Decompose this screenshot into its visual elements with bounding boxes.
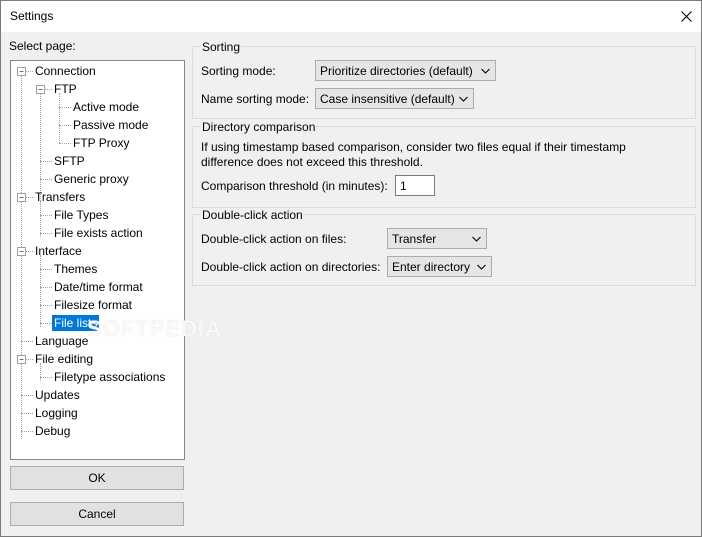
collapse-icon[interactable]: −: [36, 85, 45, 94]
tree-item-language[interactable]: Language: [33, 333, 90, 349]
double-click-dirs-label: Double-click action on directories:: [201, 260, 381, 274]
tree-item-ftp[interactable]: FTP: [52, 81, 79, 97]
chevron-down-icon: [459, 89, 468, 117]
sorting-mode-value: Prioritize directories (default): [320, 64, 473, 78]
title-bar: Settings: [1, 1, 701, 32]
collapse-icon[interactable]: −: [17, 247, 26, 256]
double-click-title: Double-click action: [201, 208, 304, 222]
double-click-files-value: Transfer: [392, 232, 437, 246]
tree-item-passive-mode[interactable]: Passive mode: [71, 117, 150, 133]
collapse-icon[interactable]: −: [17, 355, 26, 364]
tree-item-debug[interactable]: Debug: [33, 423, 72, 439]
comparison-threshold-label: Comparison threshold (in minutes):: [201, 179, 388, 193]
select-page-label: Select page:: [9, 39, 76, 53]
double-click-dirs-value: Enter directory: [392, 260, 471, 274]
double-click-files-label: Double-click action on files:: [201, 232, 347, 246]
comparison-threshold-value: 1: [400, 179, 407, 193]
double-click-group: Double-click action Double-click action …: [192, 208, 696, 286]
tree-item-transfers[interactable]: Transfers: [33, 189, 87, 205]
tree-item-sftp[interactable]: SFTP: [52, 153, 87, 169]
directory-comparison-description-2: difference does not exceed this threshol…: [201, 155, 423, 169]
sorting-mode-label: Sorting mode:: [201, 64, 276, 78]
name-sorting-mode-select[interactable]: Case insensitive (default): [315, 88, 474, 109]
collapse-icon[interactable]: −: [17, 67, 26, 76]
sorting-mode-select[interactable]: Prioritize directories (default): [315, 60, 496, 81]
tree-item-updates[interactable]: Updates: [33, 387, 82, 403]
close-button[interactable]: [671, 1, 701, 32]
ok-button[interactable]: OK: [10, 466, 184, 490]
directory-comparison-description-1: If using timestamp based comparison, con…: [201, 140, 626, 154]
cancel-button[interactable]: Cancel: [10, 502, 184, 526]
tree-item-filesize-format[interactable]: Filesize format: [52, 297, 134, 313]
comparison-threshold-input[interactable]: 1: [395, 175, 435, 196]
tree-item-active-mode[interactable]: Active mode: [71, 99, 141, 115]
tree-item-file-editing[interactable]: File editing: [33, 351, 95, 367]
directory-comparison-title: Directory comparison: [201, 120, 317, 134]
tree-item-logging[interactable]: Logging: [33, 405, 80, 421]
chevron-down-icon: [477, 257, 486, 285]
settings-window: Settings Select page: − − − − − Connecti…: [0, 0, 702, 537]
tree-item-filetype-associations[interactable]: Filetype associations: [52, 369, 167, 385]
collapse-icon[interactable]: −: [17, 193, 26, 202]
name-sorting-mode-label: Name sorting mode:: [201, 92, 310, 106]
page-tree[interactable]: − − − − − Connection FTP Active mode Pas…: [10, 60, 185, 460]
name-sorting-mode-value: Case insensitive (default): [320, 92, 455, 106]
tree-item-file-types[interactable]: File Types: [52, 207, 110, 223]
tree-item-generic-proxy[interactable]: Generic proxy: [52, 171, 131, 187]
close-icon: [680, 11, 692, 22]
chevron-down-icon: [472, 229, 481, 257]
tree-item-date-time-format[interactable]: Date/time format: [52, 279, 145, 295]
sorting-title: Sorting: [201, 40, 242, 54]
tree-item-ftp-proxy[interactable]: FTP Proxy: [71, 135, 131, 151]
double-click-files-select[interactable]: Transfer: [387, 228, 487, 249]
double-click-dirs-select[interactable]: Enter directory: [387, 256, 492, 277]
chevron-down-icon: [481, 61, 490, 89]
watermark: SOFTPEDIA: [87, 316, 222, 341]
tree-item-interface[interactable]: Interface: [33, 243, 84, 259]
window-title: Settings: [10, 9, 54, 23]
sorting-group: Sorting Sorting mode: Prioritize directo…: [192, 40, 696, 119]
tree-item-file-exists-action[interactable]: File exists action: [52, 225, 145, 241]
tree-item-themes[interactable]: Themes: [52, 261, 99, 277]
tree-item-connection[interactable]: Connection: [33, 63, 98, 79]
directory-comparison-group: Directory comparison If using timestamp …: [192, 120, 696, 208]
